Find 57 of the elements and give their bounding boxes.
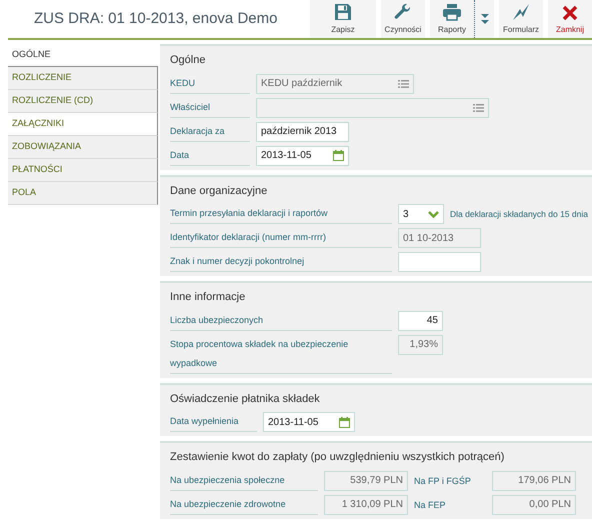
list-icon[interactable] [398,80,409,88]
section-title: Inne informacje [170,290,246,305]
input-field[interactable]: 01 10-2013 [398,228,481,248]
input-field[interactable]: 45 [398,310,443,330]
sidebar-tab[interactable]: ROZLICZENIE [8,67,158,90]
calendar-icon[interactable] [333,150,344,161]
field-label: Na FEP [414,498,447,512]
toolbar-button[interactable]: Zapisz [310,0,376,38]
close-icon [562,5,578,21]
lookup-field[interactable]: KEDU październik [256,74,414,94]
field-label: Właściciel [170,98,250,118]
printer-icon [442,3,462,21]
toolbar-button[interactable]: Czynności [381,0,425,38]
field-label: Znak i numer decyzji pokontrolnej [170,252,392,272]
toolbar-button[interactable]: Raporty [430,0,474,38]
field-label: Termin przesyłania deklaracji i raportów [170,204,392,224]
date-field[interactable]: 2013-11-05 [256,146,349,166]
input-field[interactable]: 539,79 PLN [324,470,408,490]
lightning-icon [512,3,530,21]
section-title: Zestawienie kwot do zapłaty (po uwzględnieniu wszystkich potrąceń) [170,450,506,465]
section-title: Dane organizacyjne [170,184,268,198]
field-label: Deklaracja za [170,122,250,142]
input-field[interactable]: 179,06 PLN [492,470,576,490]
double-chevron-icon [480,13,490,25]
field-label: Na FP i FGŚP [414,474,472,488]
toolbar-button[interactable]: Zamknij [548,0,592,38]
field-label: Na ubezpieczenia społeczne [170,470,318,490]
calendar-icon[interactable] [339,416,350,428]
section-title: Ogólne [170,53,206,68]
window-title: ZUS DRA: 01 10-2013, enova Demo [34,8,278,29]
input-field[interactable]: 1 310,09 PLN [324,494,408,514]
field-label: Data [170,146,250,166]
sidebar-tab[interactable]: PŁATNOŚCI [8,159,158,182]
field-label: Na ubezpieczenie zdrowotne [170,494,318,514]
sidebar-tab[interactable]: ZOBOWIĄZANIA [8,136,158,159]
field-label: KEDU [170,74,250,94]
field-label: Stopa procentowa składek na ubezpieczenie wypadkowe [170,334,392,374]
field-label: Identyfikator deklaracji (numer mm-rrrr) [170,228,392,248]
input-field[interactable] [398,252,481,272]
field-note: Dla deklaracji składanych do 15 dnia [450,208,588,221]
toolbar-button[interactable]: Formularz [499,0,543,38]
field-label: Liczba ubezpieczonych [170,310,392,330]
chevron-down-icon[interactable] [428,210,439,218]
input-field[interactable]: październik 2013 [256,122,349,142]
input-field[interactable]: 1,93% [398,334,443,354]
wrench-icon [394,3,412,21]
dropdown-button[interactable] [474,0,494,38]
input-field[interactable]: 0,00 PLN [492,494,576,514]
sidebar-tab[interactable]: ZAŁĄCZNIKI [8,113,158,136]
date-field[interactable]: 2013-11-05 [263,412,355,432]
sidebar-tab[interactable]: ROZLICZENIE (CD) [8,90,158,113]
section-title: Oświadczenie płatnika składek [170,392,321,406]
lookup-field[interactable] [256,98,489,118]
select-field[interactable]: 3 [398,204,444,224]
list-icon[interactable] [473,104,484,112]
sidebar-tab[interactable]: POLA [8,182,158,205]
field-label: Data wypełnienia [170,412,257,432]
